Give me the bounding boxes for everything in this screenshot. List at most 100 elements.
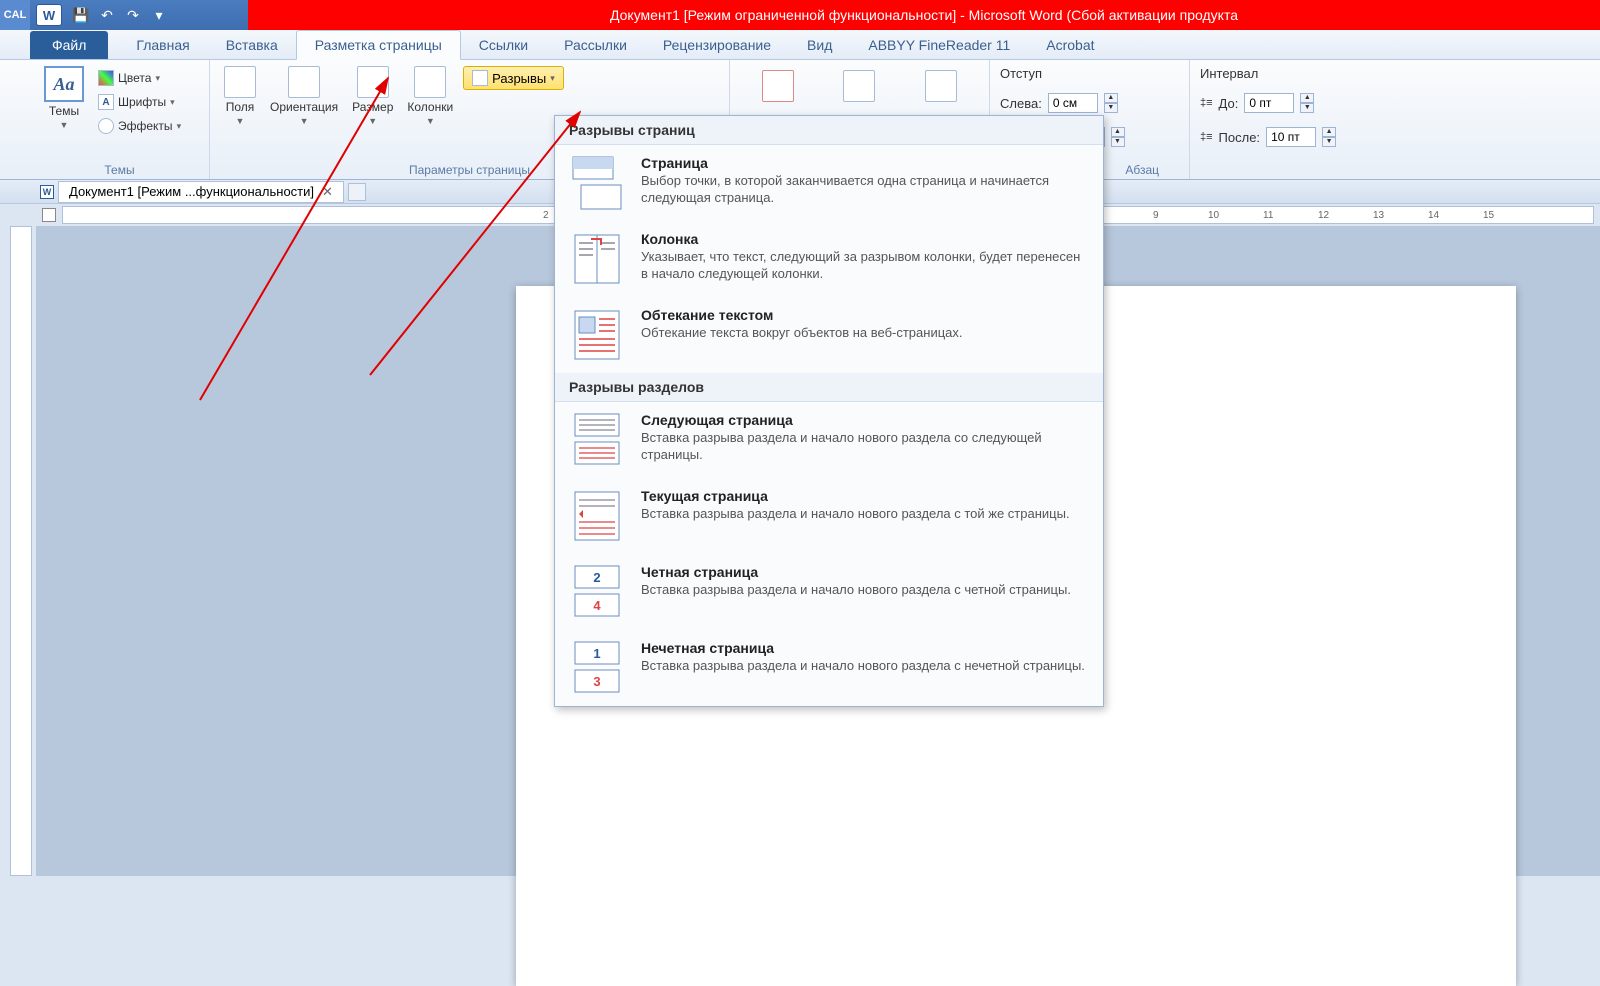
word-doc-icon: W	[40, 185, 54, 199]
indent-header: Отступ	[1000, 64, 1179, 87]
group-spacing: Интервал ‡≡ До: ▲▼ ‡≡ После: ▲▼	[1190, 60, 1390, 179]
break-odd-page[interactable]: 13 Нечетная страницаВставка разрыва разд…	[555, 630, 1103, 706]
undo-icon[interactable]: ↶	[98, 6, 116, 24]
break-odd-page-title: Нечетная страница	[641, 640, 1089, 656]
break-column-title: Колонка	[641, 231, 1089, 247]
even-page-break-icon: 24	[569, 564, 625, 620]
dropdown-icon: ▾	[550, 73, 555, 84]
word-icon: W	[36, 4, 62, 26]
document-tab-label: Документ1 [Режим ...функциональности]	[69, 184, 314, 199]
indent-left-spinner[interactable]: ▲▼	[1104, 93, 1118, 113]
margins-icon	[224, 66, 256, 98]
spacing-before-spinner[interactable]: ▲▼	[1300, 93, 1314, 113]
fonts-icon: A	[98, 94, 114, 110]
break-continuous[interactable]: Текущая страница Вставка разрыва раздела …	[555, 478, 1103, 554]
line-spacing-before-icon: ‡≡	[1200, 97, 1213, 109]
spacing-before-label: До:	[1219, 96, 1239, 111]
size-button[interactable]: Размер▼	[348, 64, 397, 161]
tab-home[interactable]: Главная	[118, 31, 207, 59]
indent-left-input[interactable]	[1048, 93, 1098, 113]
breaks-dropdown: Разрывы страниц Страница Выбор точки, в к…	[554, 115, 1104, 707]
tab-page-layout[interactable]: Разметка страницы	[296, 30, 461, 60]
break-continuous-title: Текущая страница	[641, 488, 1089, 504]
spacing-after-spinner[interactable]: ▲▼	[1322, 127, 1336, 147]
qat-dropdown-icon[interactable]: ▾	[150, 6, 168, 24]
tab-view[interactable]: Вид	[789, 31, 850, 59]
colors-button[interactable]: Цвета▾	[94, 68, 185, 88]
indent-right-spinner[interactable]: ▲▼	[1111, 127, 1125, 147]
orientation-button[interactable]: Ориентация▼	[266, 64, 342, 161]
effects-button[interactable]: Эффекты▾	[94, 116, 185, 136]
themes-button[interactable]: Aa Темы ▼	[40, 64, 88, 161]
svg-text:3: 3	[593, 674, 600, 689]
next-page-break-icon	[569, 412, 625, 468]
page-break-icon	[569, 155, 625, 211]
break-text-wrap[interactable]: Обтекание текстомОбтекание текста вокруг…	[555, 297, 1103, 373]
break-column-desc: Указывает, что текст, следующий за разры…	[641, 249, 1089, 283]
break-page[interactable]: Страница Выбор точки, в которой заканчива…	[555, 145, 1103, 221]
continuous-break-icon	[569, 488, 625, 544]
odd-page-break-icon: 13	[569, 640, 625, 696]
colors-icon	[98, 70, 114, 86]
break-even-page[interactable]: 24 Четная страницаВставка разрыва раздел…	[555, 554, 1103, 630]
spacing-header: Интервал	[1200, 64, 1380, 87]
svg-text:2: 2	[593, 570, 600, 585]
close-icon[interactable]: ✕	[322, 184, 333, 200]
vertical-ruler[interactable]	[10, 226, 32, 876]
redo-icon[interactable]: ↷	[124, 6, 142, 24]
break-page-title: Страница	[641, 155, 1089, 171]
left-app-fragment: CAL	[0, 0, 30, 30]
titlebar: CAL W 💾 ↶ ↷ ▾ Документ1 [Режим ограничен…	[0, 0, 1600, 30]
break-continuous-desc: Вставка разрыва раздела и начало нового …	[641, 506, 1089, 523]
margins-button[interactable]: Поля▼	[220, 64, 260, 161]
gallery-section-page-breaks: Разрывы страниц	[555, 116, 1103, 145]
watermark-icon[interactable]	[762, 70, 794, 102]
tab-stop-selector[interactable]	[42, 208, 56, 222]
break-odd-page-desc: Вставка разрыва раздела и начало нового …	[641, 658, 1089, 675]
break-column[interactable]: Колонка Указывает, что текст, следующий з…	[555, 221, 1103, 297]
tab-review[interactable]: Рецензирование	[645, 31, 789, 59]
ribbon-tabs: Файл Главная Вставка Разметка страницы С…	[0, 30, 1600, 60]
dropdown-icon: ▼	[60, 120, 69, 130]
text-wrap-break-icon	[569, 307, 625, 363]
page-color-icon[interactable]	[843, 70, 875, 102]
new-tab-button[interactable]	[348, 183, 366, 201]
tab-acrobat[interactable]: Acrobat	[1028, 31, 1112, 59]
effects-icon	[98, 118, 114, 134]
tab-finereader[interactable]: ABBYY FineReader 11	[850, 31, 1028, 59]
themes-icon: Aa	[44, 66, 84, 102]
spacing-after-input[interactable]	[1266, 127, 1316, 147]
break-next-page[interactable]: Следующая страницаВставка разрыва раздел…	[555, 402, 1103, 478]
size-icon	[357, 66, 389, 98]
fonts-button[interactable]: AШрифты▾	[94, 92, 185, 112]
break-next-page-title: Следующая страница	[641, 412, 1089, 428]
page-borders-icon[interactable]	[925, 70, 957, 102]
indent-left-label: Слева:	[1000, 96, 1042, 111]
spacing-before-input[interactable]	[1244, 93, 1294, 113]
break-even-page-title: Четная страница	[641, 564, 1089, 580]
break-page-desc: Выбор точки, в которой заканчивается одн…	[641, 173, 1089, 207]
document-tab[interactable]: Документ1 [Режим ...функциональности] ✕	[58, 181, 344, 203]
break-even-page-desc: Вставка разрыва раздела и начало нового …	[641, 582, 1089, 599]
columns-button[interactable]: Колонки▼	[403, 64, 457, 161]
quick-access-toolbar: 💾 ↶ ↷ ▾	[72, 6, 168, 24]
save-icon[interactable]: 💾	[72, 6, 90, 24]
group-themes: Aa Темы ▼ Цвета▾ AШрифты▾ Эффекты▾ Темы	[30, 60, 210, 179]
svg-text:1: 1	[593, 646, 600, 661]
spacing-after-label: После:	[1219, 130, 1261, 145]
tab-references[interactable]: Ссылки	[461, 31, 546, 59]
tab-insert[interactable]: Вставка	[208, 31, 296, 59]
group-themes-label: Темы	[40, 161, 199, 177]
svg-text:4: 4	[593, 598, 601, 613]
columns-icon	[414, 66, 446, 98]
tab-file[interactable]: Файл	[30, 31, 108, 59]
orientation-icon	[288, 66, 320, 98]
gallery-section-section-breaks: Разрывы разделов	[555, 373, 1103, 402]
column-break-icon	[569, 231, 625, 287]
breaks-button[interactable]: Разрывы ▾	[463, 66, 564, 90]
themes-label: Темы	[49, 104, 79, 118]
line-spacing-after-icon: ‡≡	[1200, 131, 1213, 143]
break-text-wrap-title: Обтекание текстом	[641, 307, 1089, 323]
tab-mailings[interactable]: Рассылки	[546, 31, 645, 59]
breaks-icon	[472, 70, 488, 86]
